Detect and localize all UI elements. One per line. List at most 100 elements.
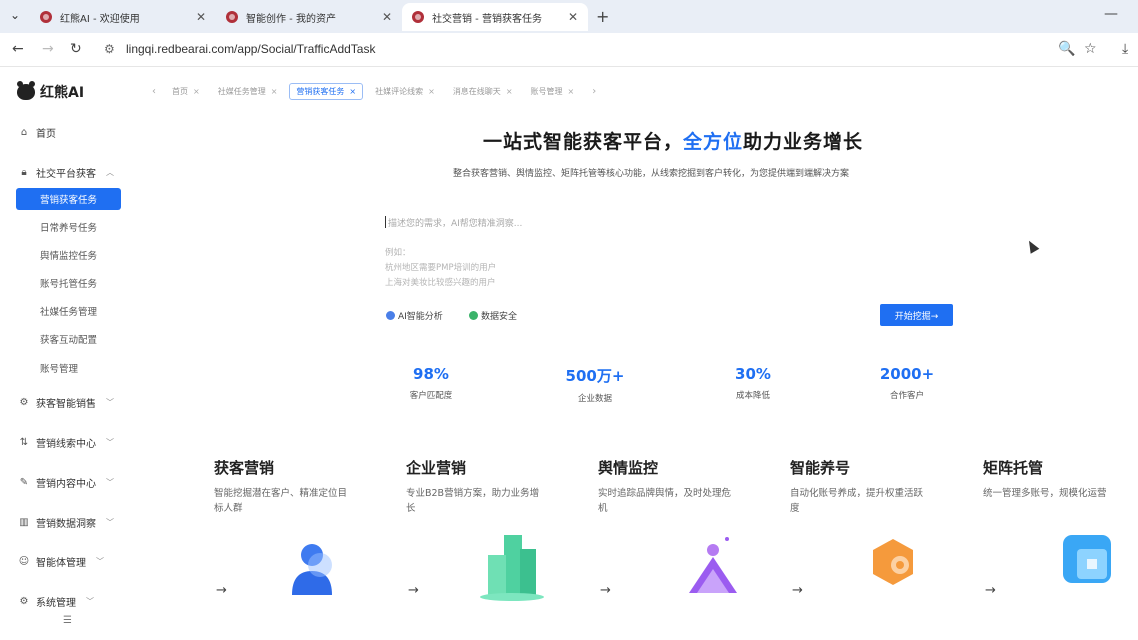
stat-match: 98% 客户匹配度	[381, 365, 481, 401]
new-tab-icon[interactable]: +	[596, 7, 609, 26]
input-placeholder: 描述您的需求，AI帮您精准洞察...	[388, 219, 523, 229]
tab-list-chevron-icon[interactable]: ⌄	[10, 8, 20, 22]
collapse-menu-icon[interactable]: ☰	[63, 615, 72, 626]
arrow-right-icon[interactable]: →	[600, 583, 611, 598]
page-tab[interactable]: 社媒评论线索 ×	[369, 84, 441, 99]
arrow-right-icon[interactable]: →	[792, 583, 803, 598]
download-icon[interactable]: ⤓	[1122, 41, 1128, 57]
feature-label: AI智能分析	[398, 312, 443, 322]
page-tab-label: 消息在线聊天	[452, 86, 501, 96]
bear-favicon-icon	[40, 11, 52, 23]
browser-tab-2[interactable]: 智能创作 - 我的资产 ✕	[216, 3, 402, 31]
arrow-right-icon[interactable]: →	[216, 583, 227, 598]
card-description: 专业B2B营销方案，助力业务增长	[406, 488, 540, 514]
bookmark-star-icon[interactable]: ☆	[1084, 41, 1097, 57]
card-enterprise[interactable]: 企业营销 专业B2B营销方案，助力业务增长 →	[406, 457, 571, 607]
sidebar-subitem-traffic-task[interactable]: 营销获客任务	[16, 188, 121, 210]
bear-logo-icon	[17, 81, 35, 100]
building-illustration-icon	[480, 535, 544, 601]
card-description: 自动化账号养成，提升权重活跃度	[790, 488, 924, 514]
card-title: 矩阵托管	[983, 459, 1044, 477]
hero-subtitle: 整合获客营销、舆情监控、矩阵托管等核心功能，从线索挖掘到客户转化，为您提供端到端…	[453, 169, 850, 179]
page-tab-label: 社媒评论线索	[375, 86, 424, 96]
chevron-down-icon: ﹀	[86, 597, 94, 606]
zoom-icon[interactable]: 🔍	[1058, 41, 1075, 57]
sidebar-item-agent[interactable]: ☺ 智能体管理 ﹀	[18, 554, 104, 569]
card-account-nurture[interactable]: 智能养号 自动化账号养成，提升权重活跃度 →	[790, 457, 955, 607]
sidebar-item-insight[interactable]: ▥ 营销数据洞察 ﹀	[18, 515, 114, 530]
sidebar-subitem-sentiment[interactable]: 舆情监控任务	[16, 244, 121, 266]
close-icon[interactable]: ✕	[196, 10, 206, 24]
close-icon[interactable]: ×	[271, 87, 278, 96]
logo: 红熊AI	[17, 81, 85, 102]
card-sentiment[interactable]: 舆情监控 实时追踪品牌舆情，及时处理危机 →	[598, 457, 763, 607]
minimize-icon[interactable]: —	[1104, 6, 1118, 22]
hero-title-pre: 一站式智能获客平台，	[483, 131, 684, 153]
stat-value: 30%	[735, 365, 771, 383]
bear-favicon-icon	[412, 11, 424, 23]
sidebar-item-label: 获客智能销售	[36, 399, 96, 410]
matrix-illustration-icon	[1063, 535, 1111, 583]
page-tab[interactable]: 首页 ×	[166, 84, 206, 99]
tab-title: 社交营销 - 营销获客任务	[432, 13, 542, 25]
hero-title-highlight: 全方位	[683, 131, 744, 153]
arrow-right-icon[interactable]: →	[985, 583, 996, 598]
brand-name: 红熊AI	[40, 85, 85, 101]
card-matrix-hosting[interactable]: 矩阵托管 统一管理多账号，规模化运营 →	[983, 457, 1138, 607]
card-acquisition[interactable]: 获客营销 智能挖掘潜在客户、精准定位目标人群 →	[214, 457, 379, 607]
url-field[interactable]: lingqi.redbearai.com/app/Social/TrafficA…	[126, 42, 375, 56]
start-mining-button[interactable]: 开始挖掘→	[880, 304, 953, 326]
page-tab-active[interactable]: 营销获客任务 ×	[289, 82, 364, 100]
browser-tab-3[interactable]: 社交营销 - 营销获客任务 ✕	[402, 3, 588, 31]
close-icon[interactable]: ×	[506, 87, 513, 96]
page-tabs: ‹ 首页 × 社媒任务管理 × 营销获客任务 × 社媒评论线索 × 消息在线聊天 × 账号…	[135, 80, 606, 102]
feature-label: 数据安全	[481, 312, 518, 322]
forward-icon[interactable]: →	[42, 41, 54, 57]
sidebar-item-social[interactable]: 🔒︎ 社交平台获客 ︿	[18, 165, 114, 180]
chevron-down-icon: ﹀	[106, 438, 114, 447]
sidebar-item-label: 智能体管理	[36, 558, 86, 569]
sidebar-item-system[interactable]: ⚙ 系统管理 ﹀	[18, 594, 94, 609]
card-description: 统一管理多账号，规模化运营	[983, 488, 1107, 499]
chevron-right-icon[interactable]: ›	[592, 86, 596, 97]
close-icon[interactable]: ×	[349, 87, 356, 96]
sidebar-subitem-daily-account[interactable]: 日常养号任务	[16, 216, 121, 238]
sidebar-subitem-interaction[interactable]: 获客互动配置	[16, 328, 121, 350]
sidebar-item-label: 营销数据洞察	[36, 519, 96, 530]
browser-tab-1[interactable]: 红熊AI - 欢迎使用 ✕	[30, 3, 216, 31]
sidebar: 红熊AI ⌂ 首页 🔒︎ 社交平台获客 ︿ 营销获客任务 日常养号任务 舆情监控…	[0, 67, 135, 640]
close-icon[interactable]: ×	[568, 87, 575, 96]
edit-icon: ✎	[19, 477, 29, 488]
page-tab[interactable]: 账号管理 ×	[525, 84, 581, 99]
stat-value: 2000+	[879, 365, 935, 383]
page-tab[interactable]: 社媒任务管理 ×	[212, 84, 284, 99]
sidebar-item-sales[interactable]: ⚙ 获客智能销售 ﹀	[18, 395, 114, 410]
sidebar-item-leads[interactable]: ⇅ 营销线索中心 ﹀	[18, 435, 114, 450]
sidebar-item-content[interactable]: ✎ 营销内容中心 ﹀	[18, 475, 114, 490]
stat-label: 合作客户	[889, 391, 924, 401]
site-info-icon[interactable]: ⚙	[104, 42, 115, 56]
page-tab[interactable]: 消息在线聊天 ×	[447, 84, 519, 99]
hero-title-post: 助力业务增长	[743, 131, 864, 153]
arrow-right-icon[interactable]: →	[408, 583, 419, 598]
home-icon: ⌂	[20, 127, 28, 138]
sidebar-item-home[interactable]: ⌂ 首页	[18, 125, 56, 140]
chevron-down-icon: ﹀	[106, 478, 114, 487]
close-icon[interactable]: ×	[193, 87, 200, 96]
sidebar-subitem-hosting[interactable]: 账号托管任务	[16, 272, 121, 294]
stat-label: 客户匹配度	[409, 391, 453, 401]
back-icon[interactable]: ←	[12, 41, 24, 57]
sidebar-subitem-social-task[interactable]: 社媒任务管理	[16, 300, 121, 322]
user-illustration-icon	[292, 544, 332, 595]
hexagon-illustration-icon	[873, 539, 913, 585]
monitor-illustration-icon	[689, 537, 737, 593]
sidebar-item-label: 首页	[36, 129, 56, 140]
sidebar-subitem-accounts[interactable]: 账号管理	[16, 357, 121, 379]
chevron-left-icon[interactable]: ‹	[152, 86, 156, 97]
close-icon[interactable]: ✕	[568, 10, 578, 24]
transfer-icon: ⇅	[19, 437, 29, 448]
stat-enterprise: 500万+ 企业数据	[545, 365, 645, 404]
reload-icon[interactable]: ↻	[70, 41, 82, 57]
close-icon[interactable]: ×	[428, 87, 435, 96]
close-icon[interactable]: ✕	[382, 10, 392, 24]
